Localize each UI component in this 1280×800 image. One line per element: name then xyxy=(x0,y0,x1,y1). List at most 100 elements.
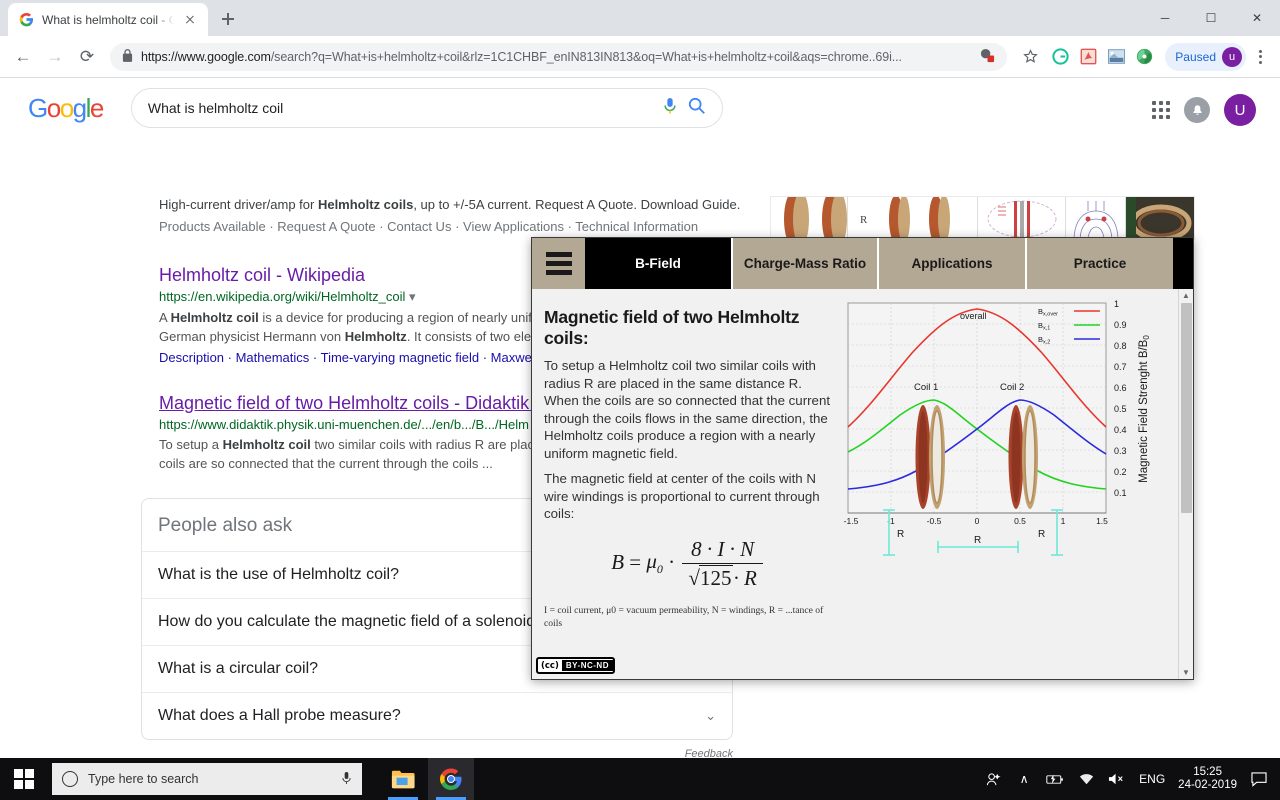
overlay-scrollbar[interactable]: ▲ ▼ xyxy=(1178,289,1193,679)
tab-applications[interactable]: Applications xyxy=(877,238,1025,289)
ad-sitelink[interactable]: Products Available xyxy=(159,219,266,234)
internet-download-manager-icon[interactable] xyxy=(1131,44,1157,70)
paa-question-label: What is a circular coil? xyxy=(158,660,319,677)
microphone-icon[interactable] xyxy=(662,97,678,120)
image-thumbnail[interactable] xyxy=(977,197,1065,239)
taskbar-apps xyxy=(380,758,474,800)
cortana-circle-icon xyxy=(62,771,78,787)
chrome-menu-button[interactable] xyxy=(1248,43,1272,71)
overlay-chart-column: overall Coil 1 Coil 2 Bx,over Bx,1 Bx,2 xyxy=(842,289,1193,679)
address-path: /search?q=What+is+helmholtz+coil&rlz=1C1… xyxy=(270,49,902,64)
adobe-acrobat-extension-icon[interactable] xyxy=(1075,44,1101,70)
google-search-box[interactable]: What is helmholtz coil xyxy=(130,88,723,128)
creative-commons-badge: (cc) BY-NC-ND xyxy=(536,657,615,674)
reload-button[interactable]: ⟳ xyxy=(72,42,102,72)
image-thumbnail[interactable] xyxy=(771,197,847,239)
windows-start-icon[interactable] xyxy=(0,758,48,800)
page-content: Google What is helmholtz coil U High-cur… xyxy=(0,78,1280,800)
people-icon[interactable] xyxy=(984,770,1002,788)
formula-lhs: B xyxy=(611,549,625,574)
overlay-body: Magnetic field of two Helmholtz coils: T… xyxy=(532,289,1193,679)
svg-text:-0.5: -0.5 xyxy=(927,516,942,526)
close-tab-icon[interactable] xyxy=(182,12,198,28)
svg-text:0.2: 0.2 xyxy=(1114,467,1127,477)
battery-charging-icon[interactable] xyxy=(1046,770,1064,788)
formula-equals: = xyxy=(629,549,642,574)
svg-text:R: R xyxy=(1038,529,1045,540)
close-window-button[interactable]: ✕ xyxy=(1234,0,1280,36)
browser-window: What is helmholtz coil - Google S ─ ☐ ✕ … xyxy=(0,0,1280,800)
screenshot-extension-icon[interactable] xyxy=(1103,44,1129,70)
browser-toolbar: ← → ⟳ https://www.google.com/search?q=Wh… xyxy=(0,36,1280,78)
scroll-down-arrow[interactable]: ▼ xyxy=(1182,666,1190,679)
image-thumbnail[interactable]: R xyxy=(847,197,977,239)
svg-text:0: 0 xyxy=(975,516,980,526)
bookmark-star-icon[interactable] xyxy=(1015,42,1045,72)
taskbar-search-box[interactable]: Type here to search xyxy=(52,763,362,795)
address-bar-url: https://www.google.com/search?q=What+is+… xyxy=(141,50,972,64)
image-thumbnail[interactable] xyxy=(1125,197,1194,239)
svg-text:1: 1 xyxy=(1114,299,1119,309)
apps-grid-icon[interactable] xyxy=(1152,101,1170,119)
google-header-actions: U xyxy=(1152,94,1256,126)
ad-sitelink[interactable]: View Applications xyxy=(463,219,564,234)
clock[interactable]: 15:25 24-02-2019 xyxy=(1178,766,1237,792)
svg-text:Coil 2: Coil 2 xyxy=(1000,382,1024,393)
cc-terms: BY-NC-ND xyxy=(561,660,613,671)
overlay-text-column: Magnetic field of two Helmholtz coils: T… xyxy=(532,289,842,679)
paa-question[interactable]: What does a Hall probe measure? ⌄ xyxy=(142,692,732,739)
volume-muted-icon[interactable] xyxy=(1108,770,1126,788)
google-logo[interactable]: Google xyxy=(28,93,104,124)
result-sitelink[interactable]: Time-varying magnetic field xyxy=(321,350,479,365)
clock-time: 15:25 xyxy=(1193,766,1222,778)
search-input-value[interactable]: What is helmholtz coil xyxy=(148,100,652,116)
formula-numerator: 8 · I · N xyxy=(682,537,763,564)
minimize-button[interactable]: ─ xyxy=(1142,0,1188,36)
hamburger-menu-icon[interactable] xyxy=(532,238,585,289)
ad-sitelink[interactable]: Request A Quote xyxy=(277,219,375,234)
overlay-paragraph-1: To setup a Helmholtz coil two similar co… xyxy=(544,358,831,461)
grammarly-extension-icon[interactable] xyxy=(1047,44,1073,70)
profile-avatar: u xyxy=(1222,46,1242,67)
google-account-avatar[interactable]: U xyxy=(1224,94,1256,126)
bell-icon[interactable] xyxy=(1184,97,1210,123)
clock-date: 24-02-2019 xyxy=(1178,779,1237,791)
image-thumbnail[interactable] xyxy=(1065,197,1125,239)
formula-fraction: 8 · I · N √125· R xyxy=(682,537,763,591)
tab-practice[interactable]: Practice xyxy=(1025,238,1173,289)
action-center-icon[interactable] xyxy=(1250,770,1268,788)
ad-sitelink[interactable]: Contact Us xyxy=(387,219,451,234)
language-indicator[interactable]: ENG xyxy=(1139,772,1165,786)
magnetic-field-formula: B = μ0 · 8 · I · N √125· R xyxy=(544,537,832,591)
file-explorer-taskbar-icon[interactable] xyxy=(380,758,426,800)
formula-caption: I = coil current, μ0 = vacuum permeabili… xyxy=(544,604,824,629)
tab-b-field[interactable]: B-Field xyxy=(585,238,731,289)
svg-text:0.7: 0.7 xyxy=(1114,362,1127,372)
svg-text:0.4: 0.4 xyxy=(1114,425,1127,435)
overlay-heading: Magnetic field of two Helmholtz coils: xyxy=(544,307,800,348)
address-bar[interactable]: https://www.google.com/search?q=What+is+… xyxy=(110,42,1008,71)
maximize-button[interactable]: ☐ xyxy=(1188,0,1234,36)
wifi-icon[interactable] xyxy=(1077,770,1095,788)
windows-taskbar: Type here to search ∧ ENG 15:25 24-02-20… xyxy=(0,758,1280,800)
back-button[interactable]: ← xyxy=(8,42,38,72)
microphone-icon[interactable] xyxy=(341,771,352,788)
chevron-down-icon[interactable]: ⌄ xyxy=(705,708,716,724)
extension-in-omnibox-icon[interactable] xyxy=(980,48,995,66)
ad-sitelink[interactable]: Technical Information xyxy=(575,219,698,234)
result-sitelink[interactable]: Description xyxy=(159,350,224,365)
search-icon[interactable] xyxy=(688,97,706,120)
svg-text:Coil 1: Coil 1 xyxy=(914,382,938,393)
google-chrome-taskbar-icon[interactable] xyxy=(428,758,474,800)
new-tab-button[interactable] xyxy=(214,5,242,33)
result-sitelink[interactable]: Mathematics xyxy=(236,350,310,365)
lock-icon xyxy=(122,48,133,65)
scrollbar-thumb[interactable] xyxy=(1180,303,1192,513)
browser-tab[interactable]: What is helmholtz coil - Google S xyxy=(8,3,208,36)
profile-chip[interactable]: Paused u xyxy=(1165,42,1246,71)
google-header: Google What is helmholtz coil U xyxy=(0,78,1280,128)
tab-charge-mass-ratio[interactable]: Charge-Mass Ratio xyxy=(731,238,877,289)
chart-y-axis-label: Magnetic Field Strenght B/B0 xyxy=(1138,335,1151,483)
show-hidden-icons-chevron[interactable]: ∧ xyxy=(1015,770,1033,788)
scroll-up-arrow[interactable]: ▲ xyxy=(1182,289,1190,302)
